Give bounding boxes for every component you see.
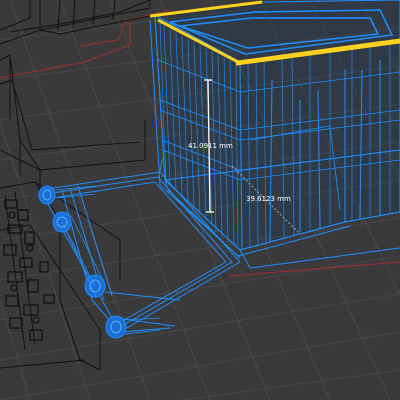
height-measurement-label: 41.0911 mm [188, 142, 233, 150]
depth-measurement-label: 39.6123 mm [246, 195, 291, 203]
3d-viewport[interactable]: 41.0911 mm 39.6123 mm [0, 0, 400, 400]
viewport-canvas[interactable] [0, 0, 400, 400]
